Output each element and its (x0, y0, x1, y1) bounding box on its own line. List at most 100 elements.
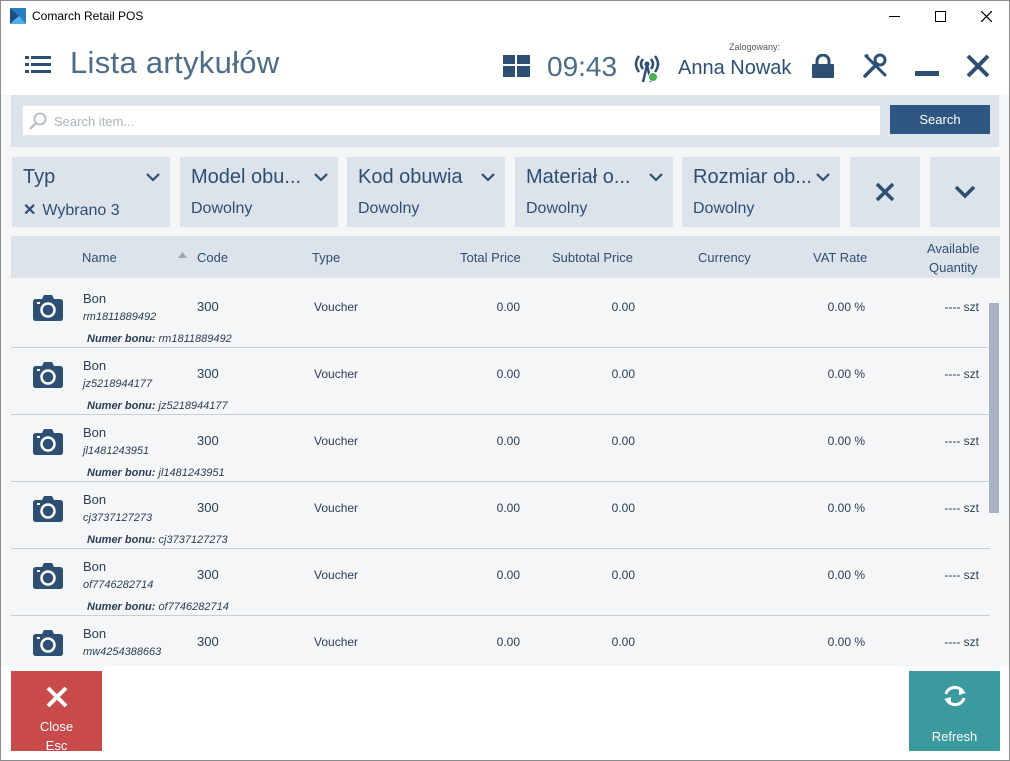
chevron-down-icon (649, 173, 663, 182)
item-name: Bon (83, 358, 107, 373)
table-row[interactable]: Bon rm1811889492 300 Voucher 0.00 0.00 0.00 % -… (11, 281, 990, 348)
item-quantity: ---- szt (944, 300, 979, 314)
search-bar: Search (11, 95, 999, 147)
close-shortcut: Esc (45, 738, 68, 753)
item-quantity: ---- szt (944, 501, 979, 515)
expand-filters-button[interactable] (930, 157, 1000, 227)
refresh-label: Refresh (931, 729, 978, 744)
camera-icon (33, 630, 63, 656)
filter-title: Rozmiar ob... (693, 166, 812, 188)
search-box (22, 105, 881, 136)
chevron-down-icon (314, 173, 328, 182)
item-vat-rate: 0.00 % (827, 568, 865, 582)
item-subtotal-price: 0.00 (611, 367, 635, 381)
item-type: Voucher (314, 300, 359, 314)
item-name: Bon (83, 291, 107, 306)
item-id: cj3737127273 (83, 512, 153, 524)
filter-typ[interactable]: Typ ✕ Wybrano 3 (12, 157, 170, 227)
item-name: Bon (83, 492, 107, 507)
filter-value: Dowolny (358, 200, 420, 217)
footer-bar: Close Esc Refresh (1, 666, 1009, 760)
item-vat-rate: 0.00 % (827, 434, 865, 448)
item-subtotal-price: 0.00 (611, 300, 635, 314)
filter-material[interactable]: Materiał o... Dowolny (515, 157, 673, 227)
close-button[interactable]: Close Esc (11, 671, 102, 753)
item-vat-rate: 0.00 % (827, 300, 865, 314)
sort-asc-icon (178, 252, 187, 258)
item-voucher-number: Numer bonu: of7746282714 (87, 601, 229, 613)
col-type[interactable]: Type (312, 250, 340, 265)
table-row[interactable]: Bon jz5218944177 300 Voucher 0.00 0.00 0.00 % -… (11, 348, 990, 415)
filter-value: Dowolny (191, 200, 253, 217)
clear-filter-icon[interactable]: ✕ (23, 202, 36, 219)
item-name: Bon (83, 425, 107, 440)
col-quantity[interactable]: Quantity (929, 260, 977, 275)
item-vat-rate: 0.00 % (827, 367, 865, 381)
minimize-app-icon[interactable] (915, 71, 939, 76)
filter-kod[interactable]: Kod obuwia Dowolny (347, 157, 505, 227)
close-icon (980, 10, 992, 22)
item-voucher-number: Numer bonu: jz5218944177 (87, 400, 228, 412)
chevron-down-icon (146, 173, 160, 182)
chevron-down-icon (481, 173, 495, 182)
chevron-down-icon (816, 173, 830, 182)
item-vat-rate: 0.00 % (827, 501, 865, 515)
chevron-down-icon (954, 185, 976, 199)
item-total-price: 0.00 (496, 635, 520, 649)
table-row[interactable]: Bon jl1481243951 300 Voucher 0.00 0.00 0.00 % -… (11, 415, 990, 482)
item-id: of7746282714 (83, 579, 154, 591)
refresh-button[interactable]: Refresh (909, 671, 1000, 751)
filter-rozmiar[interactable]: Rozmiar ob... Dowolny (682, 157, 840, 227)
connection-status-icon[interactable] (633, 52, 663, 84)
window-close-button[interactable] (963, 1, 1009, 31)
item-total-price: 0.00 (496, 434, 520, 448)
col-vat-rate[interactable]: VAT Rate (813, 250, 867, 265)
item-id: jz5218944177 (83, 378, 153, 390)
table-row[interactable]: Bon cj3737127273 300 Voucher 0.00 0.00 0.00 % -… (11, 482, 990, 549)
table-body: Bon rm1811889492 300 Voucher 0.00 0.00 0.00 % -… (11, 281, 1000, 666)
col-currency[interactable]: Currency (698, 250, 751, 265)
close-label: Close (39, 719, 74, 734)
camera-icon (33, 362, 63, 388)
item-quantity: ---- szt (944, 434, 979, 448)
close-app-icon[interactable] (966, 54, 990, 78)
item-quantity: ---- szt (944, 635, 979, 649)
item-subtotal-price: 0.00 (611, 635, 635, 649)
item-code: 300 (197, 433, 219, 448)
col-code[interactable]: Code (197, 250, 228, 265)
menu-icon[interactable] (25, 55, 51, 75)
filter-title: Kod obuwia (358, 166, 463, 188)
tiles-icon[interactable] (503, 55, 530, 77)
item-subtotal-price: 0.00 (611, 434, 635, 448)
item-name: Bon (83, 626, 107, 641)
table-row[interactable]: Bon of7746282714 300 Voucher 0.00 0.00 0.00 % -… (11, 549, 990, 616)
search-button[interactable]: Search (890, 105, 990, 134)
table-row[interactable]: Bon mw4254388663 300 Voucher 0.00 0.00 0.00 % -… (11, 616, 990, 666)
filter-model[interactable]: Model obu... Dowolny (180, 157, 338, 227)
item-type: Voucher (314, 568, 359, 582)
search-input[interactable] (52, 109, 876, 133)
item-id: mw4254388663 (83, 646, 162, 658)
user-name: Anna Nowak (678, 57, 792, 79)
filter-value: Dowolny (526, 200, 588, 217)
col-subtotal-price[interactable]: Subtotal Price (552, 250, 633, 265)
tools-icon[interactable] (862, 53, 888, 79)
item-code: 300 (197, 500, 219, 515)
col-available[interactable]: Available (927, 241, 980, 256)
clear-filters-button[interactable] (850, 157, 920, 227)
search-icon (29, 112, 47, 130)
scrollbar[interactable] (989, 303, 999, 513)
maximize-icon (934, 10, 946, 22)
col-name[interactable]: Name (82, 250, 117, 265)
app-header: Lista artykułów 09:43 Zalogowany: Anna N… (1, 31, 1009, 95)
window-minimize-button[interactable] (871, 1, 917, 31)
close-icon (46, 686, 68, 708)
window-maximize-button[interactable] (917, 1, 963, 31)
item-code: 300 (197, 634, 219, 649)
lock-icon[interactable] (811, 54, 835, 78)
item-code: 300 (197, 299, 219, 314)
filter-title: Materiał o... (526, 166, 631, 188)
col-total-price[interactable]: Total Price (460, 250, 521, 265)
filter-value: Dowolny (693, 200, 755, 217)
item-type: Voucher (314, 501, 359, 515)
